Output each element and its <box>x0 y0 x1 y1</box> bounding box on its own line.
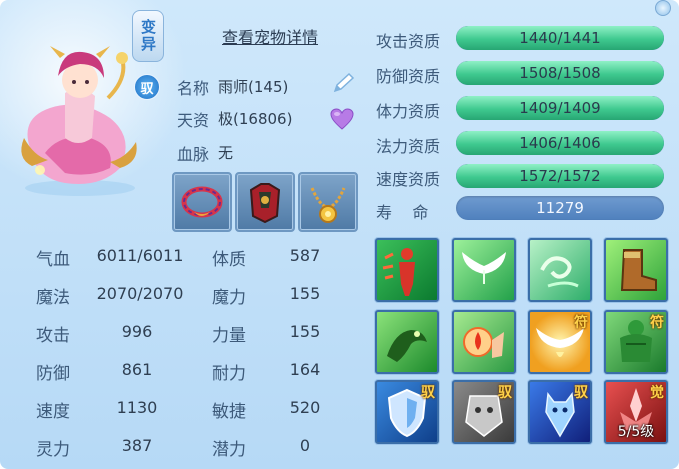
tame-badge: 驭 <box>134 74 160 100</box>
stat-label-spirit: 灵力 <box>36 440 70 460</box>
talent-label: 天资 <box>177 111 210 130</box>
aptitude-label-speed: 速度资质 <box>376 170 441 189</box>
attr-label-potential: 潜力 <box>212 440 246 460</box>
skill-slot-3[interactable] <box>528 238 592 302</box>
equip-slot-armor[interactable] <box>235 172 295 232</box>
stat-label-defense: 防御 <box>36 364 70 384</box>
edit-name-icon[interactable] <box>330 71 356 97</box>
wind-skill-icon <box>540 256 579 288</box>
skill-slot-5[interactable] <box>375 310 439 374</box>
stat-value-attack: 996 <box>121 322 153 341</box>
talent-value: 极(16806) <box>218 110 293 128</box>
yu-tag: 驭 <box>421 385 435 401</box>
skill-slot-9[interactable]: 驭 <box>375 380 439 444</box>
skill-slot-2[interactable] <box>452 238 516 302</box>
aptitude-bar-mana: 1406/1406 <box>456 131 664 155</box>
stat-value-speed: 1130 <box>116 398 158 417</box>
equip-slot-collar[interactable] <box>172 172 232 232</box>
aptitude-value-defense: 1508/1508 <box>519 64 601 82</box>
skill-slot-7[interactable]: 符 <box>528 310 592 374</box>
attr-value-strength: 155 <box>289 322 321 341</box>
warrior-buff-skill-icon <box>382 248 415 296</box>
aptitude-label-attack: 攻击资质 <box>376 32 441 51</box>
aptitude-value-mana: 1406/1406 <box>519 134 601 152</box>
skill-slot-10[interactable]: 驭 <box>452 380 516 444</box>
aptitude-bar-attack: 1440/1441 <box>456 26 664 50</box>
skill-slot-8[interactable]: 符 <box>604 310 668 374</box>
lifespan-value: 11279 <box>456 196 664 220</box>
attr-value-endurance: 164 <box>289 360 321 379</box>
pet-info-panel: 变异 驭 查看宠物详情 名称 雨师(145) 天资 极(16806) 血脉 无 <box>0 0 679 469</box>
aptitude-label-stamina: 体力资质 <box>376 102 441 121</box>
fu-tag: 符 <box>650 315 664 331</box>
stat-label-hp: 气血 <box>36 250 70 270</box>
equip-slot-necklace[interactable] <box>298 172 358 232</box>
skill-slot-12[interactable]: 觉 5/5级 <box>604 380 668 444</box>
aptitude-value-stamina: 1409/1409 <box>519 99 601 117</box>
attr-label-magic: 魔力 <box>212 288 246 308</box>
armor-icon <box>249 183 281 224</box>
stat-label-mp: 魔法 <box>36 288 70 308</box>
skill-slot-6[interactable] <box>452 310 516 374</box>
aptitude-bar-stamina: 1409/1409 <box>456 96 664 120</box>
fu-tag: 符 <box>574 315 588 331</box>
variant-badge-text: 变异 <box>139 19 157 53</box>
collar-icon <box>181 186 223 218</box>
attr-label-agility: 敏捷 <box>212 402 246 422</box>
variant-badge: 变异 <box>132 10 164 62</box>
corner-ornament <box>655 0 671 16</box>
leaping-beast-skill-icon <box>387 330 427 362</box>
aptitude-label-defense: 防御资质 <box>376 67 441 86</box>
attr-value-potential: 0 <box>299 436 311 455</box>
necklace-icon <box>310 187 346 223</box>
lifespan-label: 寿 命 <box>376 203 429 222</box>
stat-value-hp: 6011/6011 <box>96 246 184 265</box>
attr-value-constitution: 587 <box>289 246 321 265</box>
aptitude-label-mana: 法力资质 <box>376 137 441 156</box>
attr-value-agility: 520 <box>289 398 321 417</box>
stat-label-speed: 速度 <box>36 402 70 422</box>
attr-label-endurance: 耐力 <box>212 364 246 384</box>
attr-label-strength: 力量 <box>212 326 246 346</box>
flame-orb-skill-icon <box>463 327 504 358</box>
name-value: 雨师(145) <box>218 78 289 96</box>
bloodline-label: 血脉 <box>177 145 210 164</box>
stat-value-spirit: 387 <box>121 436 153 455</box>
aptitude-bar-defense: 1508/1508 <box>456 61 664 85</box>
jue-tag: 觉 <box>650 385 664 401</box>
pet-portrait <box>10 38 160 198</box>
skill-slot-11[interactable]: 驭 <box>528 380 592 444</box>
skill-level-text: 5/5级 <box>617 424 655 440</box>
name-label: 名称 <box>177 79 210 98</box>
aptitude-value-attack: 1440/1441 <box>519 29 601 47</box>
aptitude-bar-speed: 1572/1572 <box>456 164 664 188</box>
stat-label-attack: 攻击 <box>36 326 70 346</box>
wing-skill-icon <box>462 252 506 284</box>
stat-value-mp: 2070/2070 <box>96 284 184 303</box>
skill-slot-1[interactable] <box>375 238 439 302</box>
aptitude-value-speed: 1572/1572 <box>519 167 601 185</box>
yu-tag: 驭 <box>574 385 588 401</box>
attr-value-magic: 155 <box>289 284 321 303</box>
bloodline-value: 无 <box>218 144 234 162</box>
attr-label-constitution: 体质 <box>212 250 246 270</box>
heart-icon[interactable] <box>330 108 354 130</box>
stat-value-defense: 861 <box>121 360 153 379</box>
boots-skill-icon <box>620 249 657 291</box>
yu-tag: 驭 <box>498 385 512 401</box>
view-pet-detail-link[interactable]: 查看宠物详情 <box>222 24 318 48</box>
skill-slot-4[interactable] <box>604 238 668 302</box>
